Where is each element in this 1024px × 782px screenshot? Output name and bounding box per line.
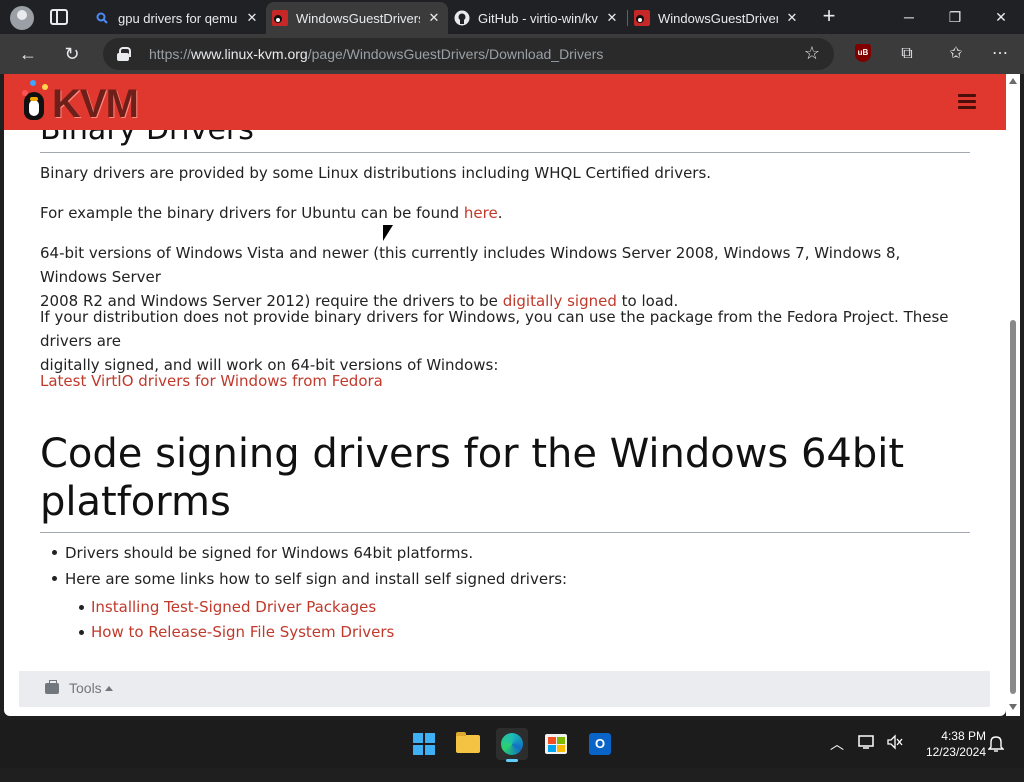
paragraph-fedora: If your distribution does not provide bi… — [40, 305, 970, 377]
paragraph-line: If your distribution does not provide bi… — [40, 308, 949, 350]
extensions-icon[interactable]: ⧉ — [895, 42, 919, 66]
paragraph-binary-drivers: Binary drivers are provided by some Linu… — [40, 164, 712, 182]
favorites-icon[interactable]: ✩ — [944, 42, 968, 66]
notification-bell-icon[interactable] — [987, 734, 1005, 782]
tab-github-virtio-win[interactable]: GitHub - virtio-win/kv ✕ — [448, 2, 626, 34]
url-path: /page/WindowsGuestDrivers/Download_Drive… — [307, 46, 604, 62]
list-item: Drivers should be signed for Windows 64b… — [40, 540, 567, 566]
logo-wordmark: KVM — [52, 82, 139, 126]
tab-title: gpu drivers for qemu — [118, 10, 238, 26]
file-explorer-button[interactable] — [452, 728, 484, 760]
scroll-up-arrow-icon[interactable] — [1009, 78, 1017, 84]
kvm-favicon-icon — [634, 10, 650, 26]
profile-avatar-icon[interactable] — [10, 6, 34, 30]
search-favicon-icon — [94, 10, 110, 26]
url-scheme: https:// — [149, 46, 192, 62]
url-host: www.linux-kvm.org — [191, 46, 308, 62]
list-item: Installing Test-Signed Driver Packages — [78, 595, 394, 620]
network-icon[interactable] — [858, 734, 876, 782]
address-bar[interactable]: https://www.linux-kvm.org/page/WindowsGu… — [103, 38, 834, 70]
heading-divider — [40, 152, 970, 153]
tools-menu-bar[interactable]: Tools — [19, 671, 990, 707]
caret-up-icon — [105, 686, 113, 691]
outlook-icon: O — [589, 733, 611, 755]
clock-date: 12/23/2024 — [925, 745, 986, 759]
browser-tab-bar: gpu drivers for qemu ✕ WindowsGuestDrive… — [0, 0, 1024, 34]
kvm-logo[interactable]: KVM — [20, 80, 155, 126]
reload-button[interactable]: ↻ — [60, 42, 84, 66]
settings-more-icon[interactable]: ⋯ — [988, 42, 1012, 66]
tab-actions-icon[interactable] — [50, 9, 68, 25]
browser-toolbar: ← ↻ https://www.linux-kvm.org/page/Windo… — [0, 34, 1024, 74]
tray-chevron-icon[interactable]: ︿ — [830, 734, 844, 782]
heading-line: Code signing drivers for the Windows 64b… — [40, 431, 905, 477]
lock-icon[interactable] — [117, 47, 131, 61]
microsoft-store-button[interactable] — [540, 728, 572, 760]
store-icon — [545, 734, 567, 754]
start-button[interactable] — [408, 728, 440, 760]
tab-close-icon[interactable]: ✕ — [604, 10, 620, 26]
url-text[interactable]: https://www.linux-kvm.org/page/WindowsGu… — [149, 46, 603, 62]
back-button[interactable]: ← — [16, 42, 40, 66]
kvm-favicon-icon — [272, 10, 288, 26]
tools-label[interactable]: Tools — [69, 680, 102, 696]
paragraph-ubuntu: For example the binary drivers for Ubunt… — [40, 201, 970, 225]
page-viewport: KVM Binary Drivers Binary drivers are pr… — [4, 74, 1006, 716]
hamburger-menu-icon[interactable] — [958, 94, 976, 110]
new-tab-button[interactable]: + — [817, 4, 841, 28]
paragraph-text: For example the binary drivers for Ubunt… — [40, 204, 464, 222]
link-latest-virtio-drivers[interactable]: Latest VirtIO drivers for Windows from F… — [40, 372, 383, 390]
tab-gpu-drivers[interactable]: gpu drivers for qemu ✕ — [88, 2, 266, 34]
clock-time: 4:38 PM — [941, 729, 986, 743]
minimize-button[interactable]: ─ — [887, 2, 931, 32]
outlook-button[interactable]: O — [584, 728, 616, 760]
window-close-button[interactable]: ✕ — [979, 2, 1023, 32]
github-favicon-icon — [454, 10, 470, 26]
link-installing-test-signed[interactable]: Installing Test-Signed Driver Packages — [91, 598, 376, 616]
scroll-down-arrow-icon[interactable] — [1009, 704, 1017, 710]
edge-browser-icon — [501, 733, 523, 755]
sub-bullet-list: Installing Test-Signed Driver Packages H… — [78, 595, 394, 645]
link-release-sign-fs-drivers[interactable]: How to Release-Sign File System Drivers — [91, 623, 394, 641]
list-item: Here are some links how to self sign and… — [40, 566, 567, 592]
link-here[interactable]: here — [464, 204, 498, 222]
tab-title: WindowsGuestDrivers — [296, 10, 420, 26]
tab-close-icon[interactable]: ✕ — [784, 10, 800, 26]
tab-windows-guest-drivers-2[interactable]: WindowsGuestDrivers ✕ — [628, 2, 806, 34]
scrollbar-thumb[interactable] — [1010, 320, 1016, 694]
fedora-link-row: Latest VirtIO drivers for Windows from F… — [40, 369, 970, 393]
tab-title: GitHub - virtio-win/kv — [478, 10, 598, 26]
section-heading-code-signing: Code signing drivers for the Windows 64b… — [40, 430, 970, 526]
tab-close-icon[interactable]: ✕ — [244, 10, 260, 26]
site-header: KVM — [4, 74, 1006, 130]
bullet-list: Drivers should be signed for Windows 64b… — [40, 540, 567, 592]
system-clock[interactable]: 4:38 PM 12/23/2024 — [906, 728, 986, 760]
paragraph-64bit: 64-bit versions of Windows Vista and new… — [40, 241, 970, 313]
folder-icon — [456, 732, 480, 753]
edge-taskbar-button[interactable] — [496, 728, 528, 762]
add-favorite-icon[interactable]: ☆ — [804, 43, 820, 64]
heading-line: platforms — [40, 479, 231, 525]
windows-taskbar: O ︿ 4:38 PM 12/23/2024 — [0, 720, 1024, 768]
tab-close-icon[interactable]: ✕ — [426, 10, 442, 26]
paragraph-text: . — [497, 204, 503, 222]
toolbox-icon — [45, 680, 59, 694]
restore-button[interactable]: ❐ — [933, 2, 977, 32]
volume-muted-icon[interactable] — [886, 734, 904, 782]
tab-windows-guest-drivers-active[interactable]: WindowsGuestDrivers ✕ — [266, 2, 448, 34]
list-item: How to Release-Sign File System Drivers — [78, 620, 394, 645]
paragraph-line: 64-bit versions of Windows Vista and new… — [40, 244, 901, 286]
windows-logo-icon — [413, 733, 435, 755]
mouse-cursor-icon — [383, 225, 393, 241]
heading-divider — [40, 532, 970, 533]
tab-title: WindowsGuestDrivers — [658, 10, 778, 26]
ublock-extension-icon[interactable]: uB — [855, 44, 871, 62]
page-scrollbar[interactable] — [1006, 74, 1020, 716]
